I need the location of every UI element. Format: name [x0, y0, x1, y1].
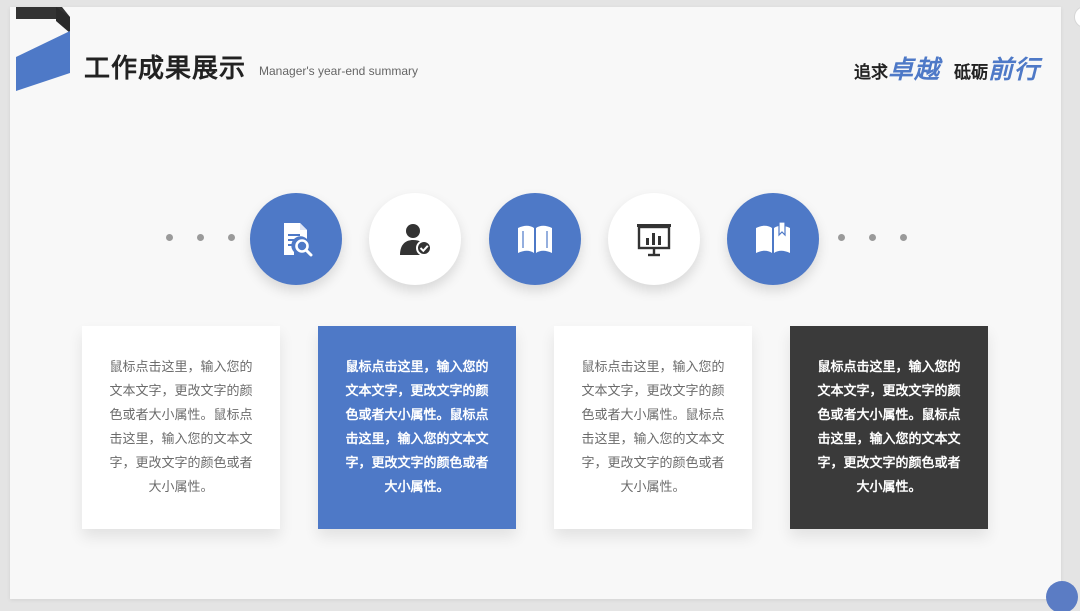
- icon-circle-1[interactable]: [250, 193, 342, 285]
- icon-circle-4[interactable]: [608, 193, 700, 285]
- text-card-3[interactable]: 鼠标点击这里，输入您的文本文字，更改文字的颜色或者大小属性。鼠标点击这里，输入您…: [554, 326, 752, 529]
- right-dots: [838, 234, 907, 241]
- presentation-chart-icon: [637, 224, 671, 257]
- slogan-part1-highlight: 卓越: [887, 55, 940, 84]
- text-card-1[interactable]: 鼠标点击这里，输入您的文本文字，更改文字的颜色或者大小属性。鼠标点击这里，输入您…: [82, 326, 280, 529]
- dot: [228, 234, 235, 241]
- page-subtitle: Manager's year-end summary: [259, 64, 419, 78]
- dot: [838, 234, 845, 241]
- dot: [197, 234, 204, 241]
- slogan: 追求卓越 砥砺前行: [854, 50, 1040, 86]
- page-title: 工作成果展示: [84, 54, 247, 84]
- icon-circle-3[interactable]: [489, 193, 581, 285]
- card-text[interactable]: 鼠标点击这里，输入您的文本文字，更改文字的颜色或者大小属性。鼠标点击这里，输入您…: [344, 356, 490, 500]
- user-check-icon: [400, 224, 432, 256]
- slogan-part1: 追求: [853, 63, 888, 83]
- window-edge-handle[interactable]: [1074, 6, 1080, 28]
- icon-circle-2[interactable]: [369, 193, 461, 285]
- icon-circle-5[interactable]: [727, 193, 819, 285]
- card-text[interactable]: 鼠标点击这里，输入您的文本文字，更改文字的颜色或者大小属性。鼠标点击这里，输入您…: [580, 356, 726, 500]
- text-card-2[interactable]: 鼠标点击这里，输入您的文本文字，更改文字的颜色或者大小属性。鼠标点击这里，输入您…: [318, 326, 516, 529]
- dot: [869, 234, 876, 241]
- slogan-part2-highlight: 前行: [987, 55, 1040, 84]
- floating-action-button[interactable]: [1046, 581, 1078, 611]
- left-dots: [166, 234, 235, 241]
- open-book-icon: [518, 225, 552, 253]
- brand-logo: [16, 7, 70, 91]
- card-text[interactable]: 鼠标点击这里，输入您的文本文字，更改文字的颜色或者大小属性。鼠标点击这里，输入您…: [816, 356, 962, 500]
- dot: [166, 234, 173, 241]
- slogan-part2: 砥砺: [953, 63, 988, 83]
- dot: [900, 234, 907, 241]
- document-search-icon: [284, 223, 313, 257]
- card-text[interactable]: 鼠标点击这里，输入您的文本文字，更改文字的颜色或者大小属性。鼠标点击这里，输入您…: [108, 356, 254, 500]
- text-card-4[interactable]: 鼠标点击这里，输入您的文本文字，更改文字的颜色或者大小属性。鼠标点击这里，输入您…: [790, 326, 988, 529]
- bookmark-book-icon: [756, 221, 790, 253]
